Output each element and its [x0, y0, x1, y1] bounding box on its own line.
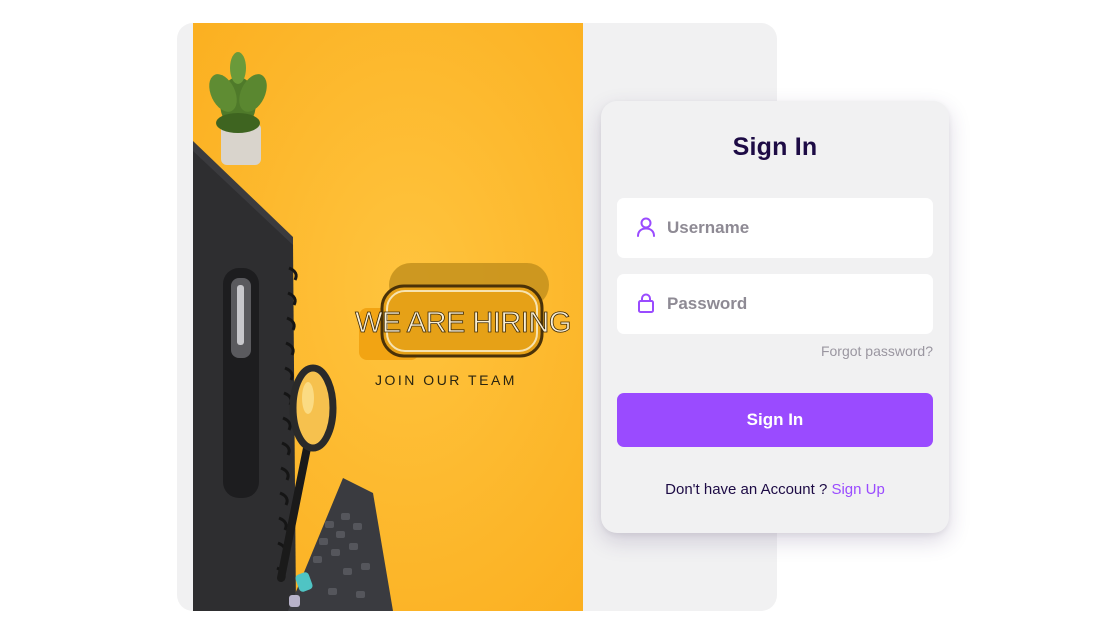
stapler	[223, 268, 259, 498]
signup-row: Don't have an Account ? Sign Up	[601, 481, 949, 498]
hiring-hero-image: WE ARE HIRING JOIN OUR TEAM	[193, 23, 583, 611]
sign-in-card: Sign In Forgot password? Sign In D	[601, 101, 949, 533]
sign-in-title: Sign In	[732, 133, 818, 161]
lock-icon	[635, 292, 657, 314]
sign-up-link[interactable]: Sign Up	[831, 481, 884, 498]
user-icon	[635, 216, 657, 238]
hero-tagline: JOIN OUR TEAM	[375, 372, 517, 388]
hero-illustration: WE ARE HIRING JOIN OUR TEAM	[193, 23, 583, 611]
password-field[interactable]	[617, 274, 933, 334]
sign-in-button[interactable]: Sign In	[617, 393, 933, 447]
signup-prompt: Don't have an Account ?	[665, 481, 828, 498]
forgot-password-link[interactable]: Forgot password?	[821, 343, 933, 359]
username-field[interactable]	[617, 198, 933, 258]
password-input[interactable]	[667, 274, 917, 334]
hero-headline: WE ARE HIRING	[355, 307, 571, 339]
username-input[interactable]	[667, 198, 917, 258]
page: WE ARE HIRING JOIN OUR TEAM Sign In User…	[0, 0, 1113, 633]
